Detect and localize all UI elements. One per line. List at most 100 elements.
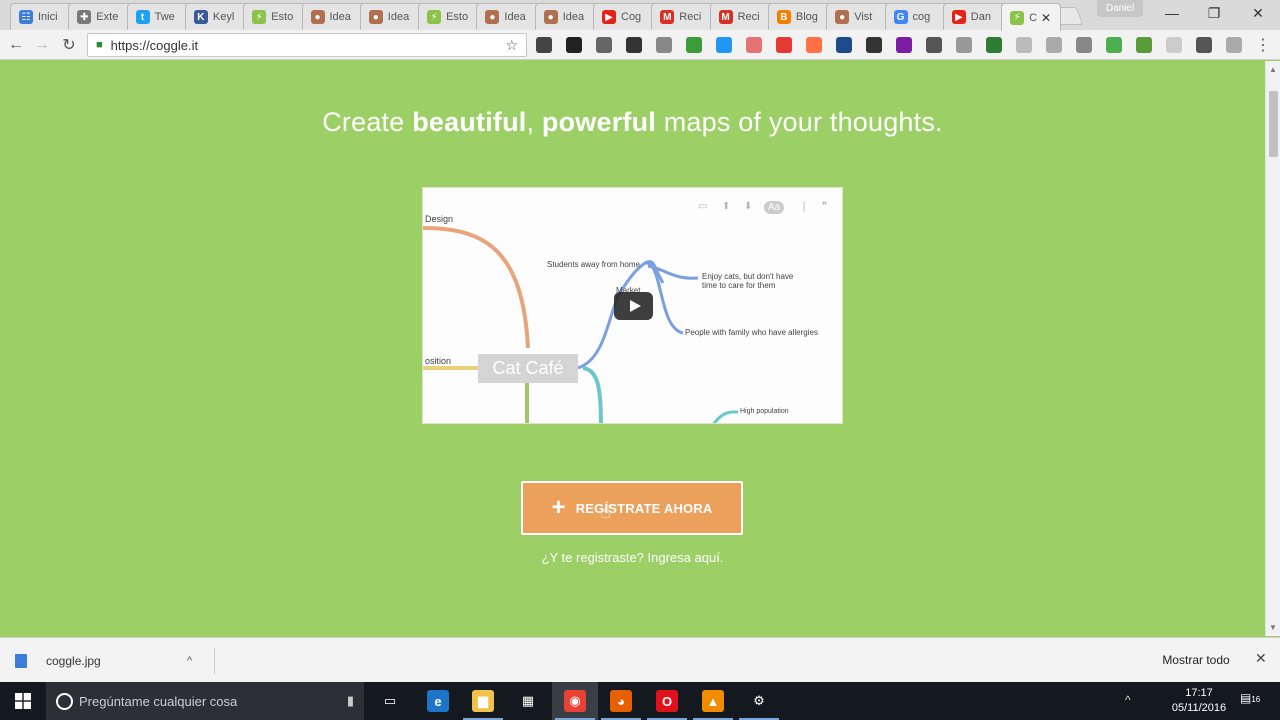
browser-tab[interactable]: ● Idea (359, 3, 424, 30)
extension-icon[interactable] (1226, 37, 1242, 53)
download-icon: ⬇ (744, 201, 753, 212)
cortana-search-box[interactable]: Pregúntame cualquier cosa ▮ (46, 682, 364, 720)
browser-tab[interactable]: ▶ Cog (593, 3, 657, 30)
browser-tab[interactable]: M Reci (709, 3, 774, 30)
close-download-bar-icon[interactable]: ✕ (1255, 650, 1267, 667)
browser-tab[interactable]: ● Idea (534, 3, 599, 30)
reload-button[interactable]: ↻ (58, 34, 80, 56)
extension-icon[interactable] (686, 37, 702, 53)
extension-icon[interactable] (1106, 37, 1122, 53)
browser-tab[interactable]: ⚡ Esto (243, 3, 308, 30)
extension-icon[interactable] (566, 37, 582, 53)
extension-icon[interactable] (626, 37, 642, 53)
extension-icon[interactable] (1046, 37, 1062, 53)
tab-favicon-icon: ⚡ (427, 10, 442, 24)
store-icon[interactable]: ▦ (517, 690, 539, 712)
login-link[interactable]: ¿Y te registraste? Ingresa aquí. (0, 550, 1265, 565)
extension-icon[interactable] (596, 37, 612, 53)
tab-close-icon[interactable]: ✕ (1041, 11, 1051, 25)
extension-icon[interactable] (1166, 37, 1182, 53)
browser-tab[interactable]: ☷ Inici (10, 3, 74, 30)
extension-icon[interactable] (746, 37, 762, 53)
tab-favicon-icon: B (776, 10, 791, 24)
vlc-icon[interactable]: ▲ (702, 690, 724, 712)
forward-button[interactable]: → (31, 34, 53, 56)
explorer-icon[interactable]: ▆ (472, 690, 494, 712)
opera-icon[interactable]: O (656, 690, 678, 712)
chrome-icon[interactable]: ◉ (564, 690, 586, 712)
browser-tab[interactable]: Gcog (884, 3, 949, 30)
browser-tab[interactable]: ⚡ C ✕ (1001, 3, 1062, 31)
browser-tab[interactable]: M Reci (651, 3, 716, 30)
extension-icon[interactable] (536, 37, 552, 53)
extension-icon[interactable] (986, 37, 1002, 53)
browser-tab[interactable]: ▶ Dan (942, 3, 1007, 30)
browser-tab[interactable]: ● Idea (301, 3, 366, 30)
tab-favicon-icon: t (135, 10, 150, 24)
browser-tab[interactable]: B Blog (767, 3, 832, 30)
extension-icon[interactable] (896, 37, 912, 53)
extension-icon[interactable] (1196, 37, 1212, 53)
extension-icon[interactable] (806, 37, 822, 53)
browser-tab[interactable]: ● Idea (476, 3, 541, 30)
clock-time: 17:17 (1185, 687, 1213, 699)
page-scrollbar[interactable]: ▲ ▼ (1265, 61, 1280, 636)
tab-title: Keyl (212, 11, 235, 23)
extension-icon[interactable] (656, 37, 672, 53)
extension-icon[interactable] (836, 37, 852, 53)
download-item[interactable]: coggle.jpg ^ (15, 648, 215, 674)
microphone-icon[interactable]: ▮ (347, 693, 354, 709)
firefox-icon[interactable]: ◕ (610, 690, 632, 712)
edge-icon[interactable]: e (427, 690, 449, 712)
chevron-up-icon[interactable]: ^ (187, 655, 192, 667)
tab-favicon-icon: ⚡ (252, 10, 267, 24)
scroll-down-arrow-icon[interactable]: ▼ (1269, 623, 1277, 632)
start-button[interactable] (0, 682, 46, 720)
extension-icon[interactable] (776, 37, 792, 53)
play-icon[interactable] (614, 292, 653, 320)
extension-icon[interactable] (1136, 37, 1152, 53)
extension-icon[interactable] (866, 37, 882, 53)
extension-icon[interactable] (1076, 37, 1092, 53)
restore-button[interactable]: ❐ (1192, 0, 1236, 26)
tab-title: Blog (795, 11, 818, 23)
chrome-menu-button[interactable]: ⋮ (1252, 34, 1274, 56)
windows-logo-icon (15, 693, 31, 709)
extension-icon[interactable] (716, 37, 732, 53)
extension-icon[interactable] (956, 37, 972, 53)
demo-video[interactable]: Design osition Students away from home M… (422, 187, 843, 424)
tab-favicon-icon: ▶ (951, 10, 966, 24)
browser-tab[interactable]: K Keyl (184, 3, 249, 30)
cortana-ring-icon (56, 692, 73, 710)
profile-button[interactable]: Daniel (1097, 0, 1143, 17)
back-button[interactable]: ← (5, 34, 27, 56)
address-bar[interactable]: ■ https://coggle.it ☆ (87, 33, 527, 57)
page-headline: Create beautiful, powerful maps of your … (322, 107, 943, 137)
quote-icon: ❞ (822, 201, 828, 212)
tab-favicon-icon: ● (368, 10, 383, 24)
signup-button[interactable]: + REGÍSTRATE AHORA (521, 481, 743, 535)
divider-icon: ❘ (800, 201, 809, 212)
show-all-downloads-button[interactable]: Mostrar todo (1150, 648, 1242, 672)
node-high-population: High population (740, 408, 789, 415)
tab-strip: ☷ Inici ✚ Exte t Twe K Keyl ⚡ Esto ● Idea ● Idea ⚡ Esto… (0, 0, 1280, 31)
task-view-icon[interactable]: ▭ (379, 690, 401, 712)
search-placeholder: Pregúntame cualquier cosa (79, 693, 238, 709)
scrollbar-thumb[interactable] (1269, 91, 1278, 157)
notification-center-button[interactable]: ▤16 (1240, 691, 1262, 711)
extension-icon[interactable] (926, 37, 942, 53)
browser-tab[interactable]: t Twe (126, 3, 191, 30)
browser-tab[interactable]: ● Vist (826, 3, 891, 30)
upload-icon: ⬆ (722, 201, 731, 212)
extension-icon[interactable] (1016, 37, 1032, 53)
minimize-button[interactable]: — (1150, 0, 1194, 26)
tab-title: Dan (970, 11, 991, 23)
settings-icon[interactable]: ⚙ (748, 690, 770, 712)
tray-chevron-icon[interactable]: ^ (1125, 693, 1131, 707)
close-window-button[interactable]: ✕ (1236, 0, 1280, 26)
system-clock[interactable]: 17:17 05/11/2016 (1164, 686, 1234, 716)
bookmark-star-icon[interactable]: ☆ (505, 37, 518, 54)
browser-tab[interactable]: ⚡ Esto (418, 3, 483, 30)
scroll-up-arrow-icon[interactable]: ▲ (1269, 65, 1277, 74)
browser-tab[interactable]: ✚ Exte (68, 3, 133, 30)
